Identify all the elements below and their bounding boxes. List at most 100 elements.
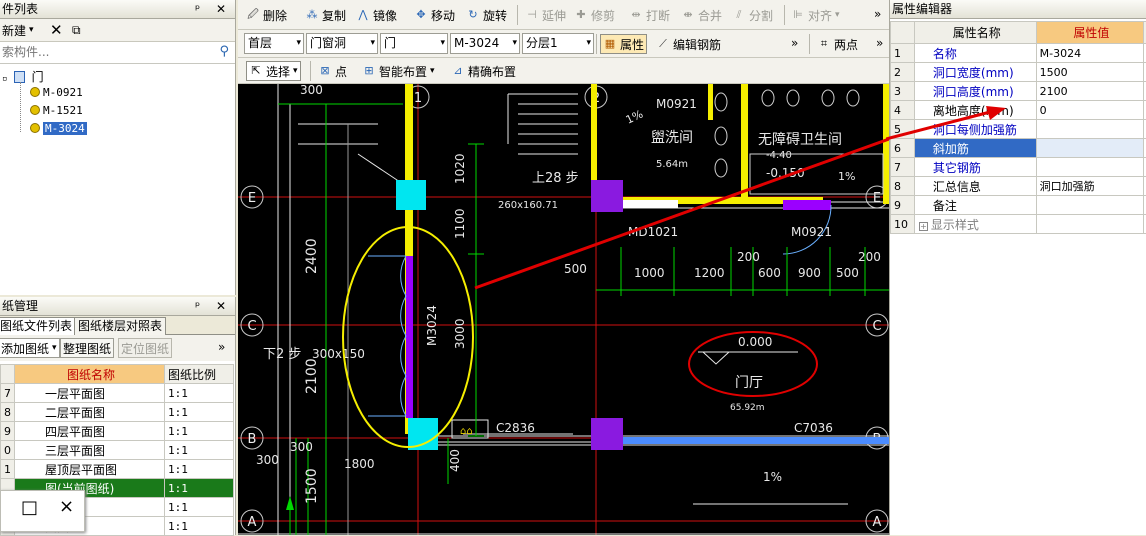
drawing-row[interactable]: 9四层平面图1:1 (1, 422, 234, 441)
layer-select[interactable]: 分层1▾ (522, 33, 594, 54)
drawing-row[interactable]: 0三层平面图1:1 (1, 441, 234, 460)
property-editor: 属性编辑器 属性名称 属性值 1名称M-30242洞口宽度(mm)15003洞口… (889, 0, 1146, 535)
two-points-button[interactable]: ⌗两点 (817, 34, 858, 54)
tab-drawing-files[interactable]: 图纸文件列表 (0, 317, 76, 335)
restore-window-button[interactable]: □ (21, 497, 38, 518)
mirror-button[interactable]: ⋀镜像 (356, 5, 397, 25)
property-row-value[interactable] (1036, 196, 1143, 215)
component-select[interactable]: M-3024▾ (450, 33, 520, 54)
dim-label: 300 (300, 84, 323, 97)
edit-rebar-button[interactable]: ⟋编辑钢筋 (656, 34, 721, 54)
tree-item-m1521[interactable]: M-1521 (30, 104, 83, 117)
category-select[interactable]: 门窗洞▾ (306, 33, 378, 54)
property-row[interactable]: 5洞口每侧加强筋 (891, 120, 1146, 139)
tree-root-label: 门 (32, 70, 44, 84)
property-row-value[interactable] (1036, 139, 1143, 158)
drawing-row-name: 四层平面图 (15, 422, 165, 441)
copy-component-icon[interactable]: ⧉ (72, 20, 81, 40)
search-input[interactable] (0, 42, 200, 62)
trim-button[interactable]: ✚修剪 (574, 5, 615, 25)
property-row[interactable]: 3洞口高度(mm)2100 (891, 82, 1146, 101)
property-row[interactable]: 6斜加筋 (891, 139, 1146, 158)
property-row[interactable]: 9备注 (891, 196, 1146, 215)
property-row-value[interactable]: 2100 (1036, 82, 1143, 101)
door-m3024[interactable] (368, 256, 413, 418)
property-row[interactable]: 4离地高度(mm)0 (891, 101, 1146, 120)
locate-drawing-button[interactable]: 定位图纸 (118, 338, 172, 358)
tree-root[interactable]: ▫ 门 (2, 68, 44, 85)
properties-button[interactable]: ▦属性 (600, 34, 647, 54)
add-drawing-button[interactable]: 添加图纸▾ (0, 338, 60, 358)
break-label: 打断 (646, 7, 670, 24)
move-button[interactable]: ✥移动 (414, 5, 455, 25)
more-icon[interactable]: » (874, 4, 881, 24)
extend-icon: ⊣ (525, 8, 539, 22)
break-button[interactable]: ⇹打断 (629, 5, 670, 25)
merge-button[interactable]: ⇼合并 (681, 5, 722, 25)
property-row[interactable]: 1名称M-3024 (891, 44, 1146, 63)
tree-item-label: M-1521 (43, 104, 83, 117)
property-row-value[interactable]: 1500 (1036, 63, 1143, 82)
close-window-button[interactable]: × (59, 496, 74, 517)
property-row-value[interactable]: M-3024 (1036, 44, 1143, 63)
expand-icon[interactable]: + (919, 222, 928, 231)
drawing-row[interactable]: 1屋顶层平面图1:1 (1, 460, 234, 479)
point-button[interactable]: ⊠点 (318, 61, 347, 81)
gear-icon (30, 105, 40, 115)
align-button[interactable]: ⊫对齐▾ (791, 5, 840, 25)
dim-label: 1020 (453, 153, 467, 184)
tree-item-m3024[interactable]: M-3024 (30, 122, 87, 135)
more-icon[interactable]: » (791, 33, 798, 53)
property-row[interactable]: 7其它钢筋 (891, 158, 1146, 177)
svg-text:A: A (873, 515, 882, 530)
property-row[interactable]: 2洞口宽度(mm)1500 (891, 63, 1146, 82)
floating-window: □ × (0, 490, 85, 532)
property-row[interactable]: 10+显示样式 (891, 215, 1146, 234)
tree-expander-icon[interactable]: ▫ (2, 74, 7, 84)
property-row-name: 离地高度(mm) (914, 101, 1036, 120)
more-icon[interactable]: » (218, 337, 225, 357)
organize-drawing-button[interactable]: 整理图纸 (60, 338, 114, 358)
copy-label: 复制 (322, 7, 346, 24)
properties-icon: ▦ (603, 37, 617, 51)
gear-icon (30, 87, 40, 97)
drawing-row-idx: 0 (1, 441, 15, 460)
tree-item-m0921[interactable]: M-0921 (30, 86, 83, 99)
select-button[interactable]: ⇱选择▾ (246, 61, 301, 81)
search-box[interactable]: ⚲ (0, 42, 235, 64)
drawing-row[interactable]: 7一层平面图1:1 (1, 384, 234, 403)
pin-close-icons[interactable]: ᵖ ✕ (195, 297, 232, 316)
door-label: M0921 (791, 225, 832, 239)
type-select[interactable]: 门▾ (380, 33, 448, 54)
new-button[interactable]: 新建▾ (2, 20, 34, 40)
property-row-value[interactable] (1036, 215, 1143, 234)
pin-close-icons[interactable]: ᵖ ✕ (195, 0, 232, 19)
cad-canvas[interactable]: 1 2 E E C C B B A A (238, 84, 889, 535)
property-row-value[interactable]: 洞口加强筋 (1036, 177, 1143, 196)
property-row-value[interactable]: 0 (1036, 101, 1143, 120)
property-row-value[interactable] (1036, 120, 1143, 139)
property-row[interactable]: 8汇总信息洞口加强筋 (891, 177, 1146, 196)
precise-place-button[interactable]: ⊿精确布置 (451, 61, 516, 81)
delete-button[interactable]: 🖉删除 (246, 5, 287, 25)
cad-drawing[interactable]: 1 2 E E C C B B A A (238, 84, 889, 535)
layer-select-value: 分层1 (526, 36, 558, 50)
rotate-button[interactable]: ↻旋转 (466, 5, 507, 25)
drawing-row-scale: 1:1 (165, 517, 234, 536)
tab-floor-mapping[interactable]: 图纸楼层对照表 (74, 317, 166, 335)
select-label: 选择 (266, 63, 290, 80)
delete-component-icon[interactable]: ✕ (50, 20, 63, 40)
drawing-row[interactable]: 8二层平面图1:1 (1, 403, 234, 422)
svg-text:B: B (248, 432, 257, 447)
floor-select[interactable]: 首层▾ (244, 33, 304, 54)
property-name-text: 备注 (933, 199, 957, 213)
copy-button[interactable]: ⁂复制 (305, 5, 346, 25)
drawing-table-header: 图纸名称 图纸比例 (1, 365, 234, 384)
smart-place-button[interactable]: ⊞智能布置▾ (362, 61, 435, 81)
extend-button[interactable]: ⊣延伸 (525, 5, 566, 25)
split-button[interactable]: ⫽分割 (732, 5, 773, 25)
property-row-value[interactable] (1036, 158, 1143, 177)
more-icon[interactable]: » (876, 33, 883, 53)
component-toolbar: 首层▾ 门窗洞▾ 门▾ M-3024▾ 分层1▾ ▦属性 ⟋编辑钢筋 » ⌗两点… (238, 30, 889, 58)
search-icon[interactable]: ⚲ (219, 44, 229, 59)
